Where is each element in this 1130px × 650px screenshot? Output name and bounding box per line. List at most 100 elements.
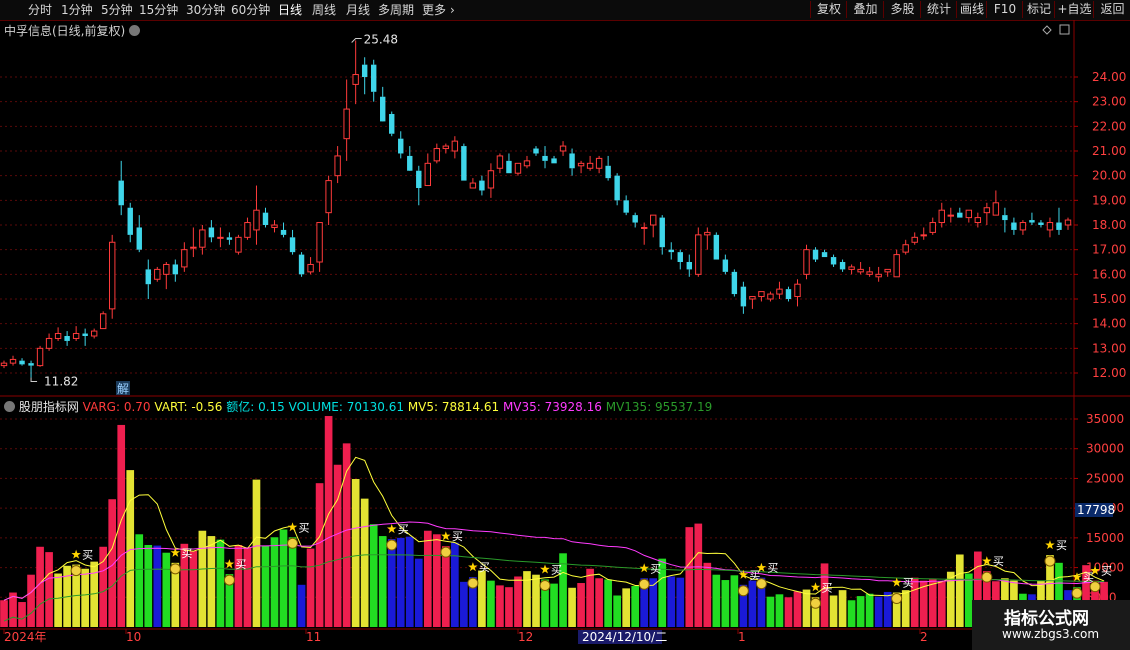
- volume-bar-74: [667, 576, 676, 627]
- candle-21: [190, 227, 197, 258]
- legend-item-2: 额亿: 0.15: [222, 400, 285, 414]
- volume-bar-12: [108, 499, 117, 627]
- candle-102: [920, 227, 927, 240]
- candle-body: [82, 333, 88, 336]
- candle-98: [884, 268, 891, 277]
- volume-bar-16: [144, 544, 153, 627]
- candle-body: [659, 217, 665, 248]
- candle-26: [235, 234, 242, 255]
- candle-body: [90, 330, 98, 337]
- star-icon: [441, 531, 451, 541]
- candle-114: [1029, 212, 1035, 225]
- candle-body: [442, 145, 450, 150]
- volume-bar-4: [36, 546, 44, 627]
- volume-bar-77: [694, 523, 703, 627]
- volume-bar-65: [586, 568, 594, 627]
- candle-body: [307, 263, 314, 273]
- candle-76: [686, 254, 692, 277]
- candle-body: [848, 266, 855, 270]
- buy-label: 买: [82, 549, 93, 562]
- volume-bar-55: [496, 585, 504, 627]
- min-price-label: 11.82: [44, 374, 78, 388]
- candle-body: [343, 108, 350, 140]
- dropdown-icon[interactable]: [4, 401, 15, 412]
- candle-body: [830, 257, 837, 265]
- candle-body: [569, 153, 575, 169]
- candle-body: [262, 212, 269, 225]
- candle-70: [632, 212, 638, 228]
- time-axis-label-6: 2: [920, 630, 928, 644]
- volume-bar-76: [685, 527, 694, 627]
- candle-0: [0, 360, 8, 369]
- money-bag-icon: [810, 597, 822, 609]
- candle-body: [64, 336, 70, 341]
- volume-bar-79: [712, 574, 721, 627]
- candle-body: [190, 246, 197, 249]
- candle-body: [416, 170, 422, 188]
- buy-label: 买: [479, 561, 490, 574]
- dropdown-icon[interactable]: [129, 25, 141, 36]
- candle-27: [244, 217, 251, 240]
- candle-116: [1046, 217, 1054, 238]
- candle-106: [957, 207, 963, 218]
- volume-axis-label-4: 15000: [1086, 531, 1124, 545]
- candle-63: [569, 148, 575, 176]
- volume-bar-80: [721, 580, 730, 627]
- candle-body: [866, 271, 873, 275]
- volume-bar-13: [117, 424, 126, 627]
- candle-body: [929, 222, 936, 233]
- candle-body: [280, 229, 287, 235]
- candle-body: [433, 148, 441, 162]
- time-axis-label-5: 1: [738, 630, 746, 644]
- candle-body: [776, 288, 783, 295]
- volume-bar-83: [748, 580, 757, 627]
- candle-10: [90, 328, 98, 339]
- candle-body: [226, 237, 233, 240]
- candle-96: [866, 266, 873, 277]
- candle-body: [217, 236, 224, 239]
- crosshair-date-label: 2024/12/10/二: [582, 630, 667, 644]
- candle-body: [758, 291, 765, 298]
- candle-14: [127, 202, 133, 243]
- volume-bar-33: [297, 584, 306, 627]
- volume-bar-34: [306, 548, 315, 627]
- candle-body: [794, 283, 801, 298]
- volume-bar-18: [162, 552, 171, 627]
- candle-47: [424, 153, 432, 187]
- candle-23: [208, 220, 215, 243]
- buy-label: 买: [1056, 539, 1067, 552]
- candle-107: [965, 209, 973, 223]
- time-axis-label-0: 2024年: [4, 630, 47, 644]
- volume-bar-75: [676, 577, 685, 627]
- candle-body: [72, 333, 80, 339]
- candle-body: [487, 170, 495, 189]
- money-bag-icon: [70, 565, 82, 577]
- candle-13: [118, 160, 124, 216]
- candle-body: [947, 214, 954, 217]
- volume-bar-50: [451, 542, 459, 627]
- volume-bar-39: [351, 479, 360, 627]
- candle-body: [957, 212, 963, 218]
- volume-axis-label-0: 35000: [1086, 412, 1124, 426]
- money-bag-icon: [737, 585, 749, 597]
- candle-body: [479, 180, 485, 191]
- volume-bar-44: [396, 537, 405, 627]
- candle-48: [433, 143, 441, 164]
- star-icon: [891, 577, 902, 587]
- volume-bar-28: [252, 479, 261, 627]
- candle-83: [749, 296, 756, 309]
- candle-69: [623, 195, 629, 216]
- candle-body: [506, 160, 512, 174]
- candle-9: [82, 328, 88, 346]
- candle-7: [64, 331, 70, 346]
- volume-bar-53: [478, 570, 486, 627]
- money-bag-icon: [755, 578, 767, 590]
- candle-29: [262, 207, 269, 228]
- candle-43: [389, 111, 395, 137]
- buy-label: 买: [767, 562, 778, 575]
- candle-30: [271, 220, 278, 233]
- candle-body: [983, 207, 991, 214]
- candle-44: [398, 131, 404, 159]
- candle-82: [740, 281, 747, 314]
- money-bag-icon: [981, 571, 993, 583]
